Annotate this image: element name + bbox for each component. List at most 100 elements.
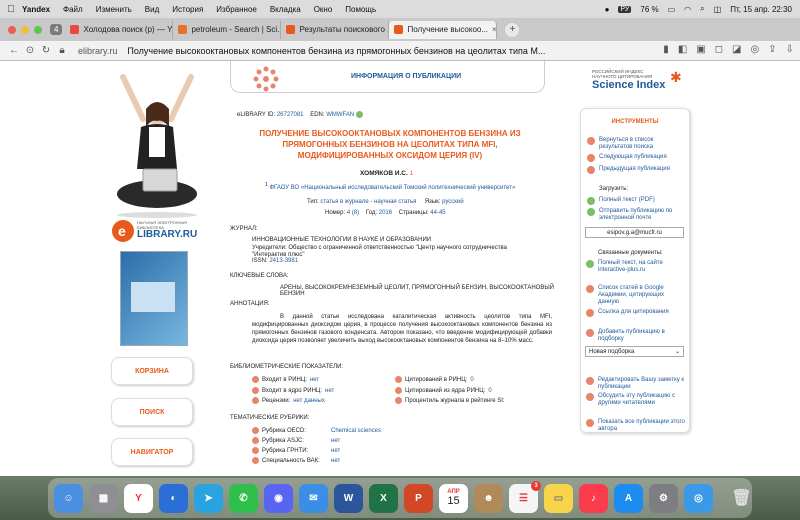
close-window-icon[interactable]: [8, 25, 16, 34]
search-button[interactable]: ПОИСК: [111, 398, 193, 426]
wifi-icon[interactable]: ◠: [684, 5, 691, 14]
battery-icon[interactable]: ▭: [668, 5, 676, 14]
app-store-icon[interactable]: A: [614, 483, 643, 513]
minimize-window-icon[interactable]: [21, 25, 29, 34]
extension-icon[interactable]: ◧: [678, 44, 687, 55]
help-icon[interactable]: [395, 387, 402, 394]
help-icon[interactable]: [252, 447, 259, 454]
navigator-button[interactable]: НАВИГАТОР: [111, 438, 193, 466]
svg-text:e: e: [118, 223, 126, 239]
app-icon[interactable]: ◐: [159, 483, 188, 513]
reload-icon[interactable]: ↻: [38, 45, 54, 56]
help-icon[interactable]: [252, 427, 259, 434]
help-icon[interactable]: [252, 457, 259, 464]
close-tab-icon[interactable]: ×: [492, 25, 496, 34]
keywords[interactable]: АРЕНЫ, ВЫСОКОКРЕМНЕЗЕМНЫЙ ЦЕОЛИТ, ПРЯМОГ…: [280, 285, 555, 297]
dark-icon[interactable]: ◪: [732, 44, 741, 55]
tab-3[interactable]: Результаты поискового ...: [281, 20, 390, 39]
prev-publication-link[interactable]: Предыдущая публикация: [587, 166, 687, 174]
menu-tab[interactable]: Вкладка: [270, 5, 301, 14]
tab-1[interactable]: Холодова поиск (р) — Y...: [65, 20, 174, 39]
menu-history[interactable]: История: [172, 5, 203, 14]
science-index-logo[interactable]: РОССИЙСКИЙ ИНДЕКС НАУЧНОГО ЦИТИРОВАНИЯ S…: [592, 69, 687, 91]
telegram-icon[interactable]: ➤: [194, 483, 223, 513]
menu-window[interactable]: Окно: [314, 5, 333, 14]
help-icon[interactable]: [252, 437, 259, 444]
mail-icon[interactable]: ✉: [299, 483, 328, 513]
new-tab-button[interactable]: +: [505, 22, 520, 37]
finder-icon[interactable]: ☺: [54, 483, 83, 513]
annotation-text: В данной статье исследована каталитическ…: [252, 314, 552, 344]
help-icon[interactable]: [395, 376, 402, 383]
pdf-link[interactable]: Полный текст (PDF): [587, 197, 687, 205]
excel-icon[interactable]: X: [369, 483, 398, 513]
trash-icon[interactable]: 🗑︎: [727, 484, 756, 513]
safari-icon[interactable]: ◎: [684, 483, 713, 513]
discord-icon[interactable]: ◉: [264, 483, 293, 513]
menu-edit[interactable]: Изменить: [96, 5, 132, 14]
reader-icon[interactable]: ◻: [715, 44, 723, 55]
discuss-link[interactable]: Обсудить эту публикацию с другими читате…: [586, 393, 686, 407]
control-center-icon[interactable]: ◫: [714, 5, 722, 14]
reminders-icon[interactable]: ☰ 3: [509, 480, 541, 513]
add-to-collection-link[interactable]: Добавить публикацию в подборку: [586, 329, 686, 343]
menu-favorites[interactable]: Избранное: [216, 5, 257, 14]
music-icon[interactable]: ♪: [579, 483, 608, 513]
yandex-browser-icon[interactable]: Y: [124, 483, 153, 513]
help-icon[interactable]: [252, 397, 259, 404]
email-link[interactable]: Отправить публикацию по электронной почт…: [587, 208, 687, 222]
battery-label[interactable]: 76 %: [640, 5, 658, 14]
clock[interactable]: Пт, 15 апр. 22:30: [730, 5, 792, 14]
cite-link[interactable]: Ссылка для цитирования: [586, 309, 686, 317]
help-icon[interactable]: [252, 387, 259, 394]
menu-help[interactable]: Помощь: [345, 5, 376, 14]
cart-button[interactable]: КОРЗИНА: [111, 357, 193, 385]
num-value[interactable]: 4 (8): [347, 210, 359, 216]
record-icon[interactable]: ●: [605, 5, 610, 14]
tab-2[interactable]: petroleum - Search | Sci...: [173, 20, 282, 39]
zoom-window-icon[interactable]: [34, 25, 42, 34]
edn-value[interactable]: WMWFAN: [326, 112, 354, 118]
page-title[interactable]: Получение высокооктановых компонентов бе…: [127, 46, 545, 56]
tab-count[interactable]: 4: [50, 24, 63, 35]
shield-icon[interactable]: ⊙: [22, 45, 38, 56]
whatsapp-icon[interactable]: ✆: [229, 483, 258, 513]
collection-select[interactable]: Новая подборка ⌄: [585, 346, 684, 357]
edit-note-link[interactable]: Редактировать Вашу заметку к публикации: [586, 377, 686, 391]
share-icon[interactable]: ⇪: [768, 44, 776, 55]
calendar-icon[interactable]: АПР 15: [439, 483, 468, 513]
settings-icon[interactable]: ⚙: [649, 483, 678, 513]
help-icon[interactable]: [395, 397, 402, 404]
search-icon[interactable]: ⌕: [700, 4, 704, 14]
back-icon[interactable]: ←: [6, 45, 22, 56]
email-field[interactable]: esipov.g.a@mucfr.ru: [585, 227, 684, 238]
biblio-rinc: Входит в РИНЦ: нет: [252, 376, 319, 383]
tab-4-active[interactable]: Получение высокоо... ×: [389, 20, 498, 39]
author-name[interactable]: ХОМЯКОВ И.С.: [360, 170, 408, 177]
elibrary-logo[interactable]: e НАУЧНАЯ ЭЛЕКТРОННАЯ БИБЛИОТЕКА LIBRARY…: [111, 217, 206, 245]
rubric-value[interactable]: Chemical sciences: [331, 428, 381, 434]
google-scholar-link[interactable]: Список статей в Google Академии, цитирую…: [586, 285, 686, 306]
input-language[interactable]: РУ: [618, 5, 632, 13]
bookmark-icon[interactable]: ▮: [663, 44, 669, 55]
fulltext-site-link[interactable]: Полный текст, на сайте interactive-plus.…: [586, 260, 686, 274]
translate-icon[interactable]: ▣: [696, 44, 705, 55]
affiliation[interactable]: ФГАОУ ВО «Национальный исследовательский…: [269, 185, 515, 191]
next-publication-link[interactable]: Следующая публикация: [587, 154, 687, 162]
menu-file[interactable]: Файл: [63, 5, 83, 14]
screenshot-icon[interactable]: ◎: [750, 44, 759, 55]
author-publications-link[interactable]: Показать все публикации этого автора: [586, 419, 686, 433]
menu-view[interactable]: Вид: [145, 5, 159, 14]
journal-name[interactable]: ИННОВАЦИОННЫЕ ТЕХНОЛОГИИ В НАУКЕ И ОБРАЗ…: [252, 237, 431, 243]
powerpoint-icon[interactable]: P: [404, 483, 433, 513]
word-icon[interactable]: W: [334, 483, 363, 513]
notes-icon[interactable]: ▭: [544, 483, 573, 513]
menu-app[interactable]: Yandex: [22, 5, 50, 14]
download-icon[interactable]: ⇩: [786, 44, 794, 55]
launchpad-icon[interactable]: ▦: [89, 483, 118, 513]
back-to-results-link[interactable]: Вернуться в список результатов поиска: [587, 137, 687, 151]
apple-icon[interactable]: : [0, 4, 22, 15]
contacts-icon[interactable]: ☻: [474, 483, 503, 513]
help-icon[interactable]: [252, 376, 259, 383]
url-host[interactable]: elibrary.ru: [78, 46, 117, 56]
